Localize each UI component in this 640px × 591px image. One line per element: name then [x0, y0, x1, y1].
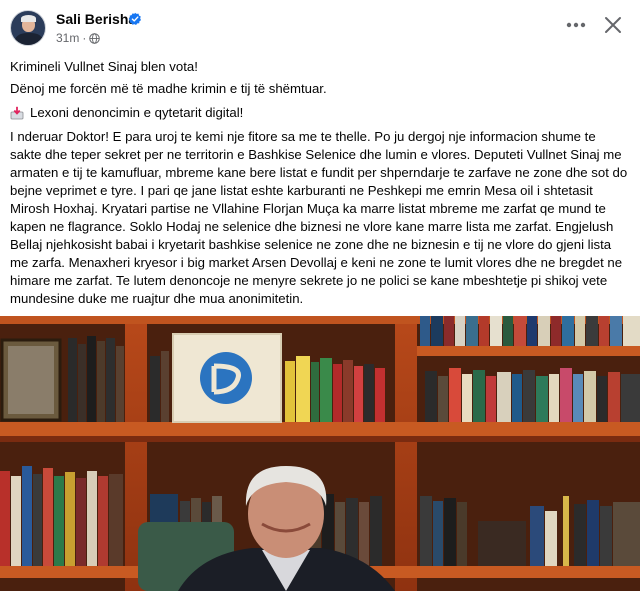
close-icon[interactable]	[601, 13, 625, 37]
post-line-3-text: Lexoni denoncimin e qytetarit digital!	[30, 105, 244, 120]
inbox-tray-icon	[10, 106, 24, 120]
post-line-3: Lexoni denoncimin e qytetarit digital!	[10, 104, 243, 122]
post-line-1: Krimineli Vullnet Sinaj blen vota!	[10, 59, 198, 74]
avatar[interactable]	[10, 10, 46, 46]
post-photo[interactable]	[0, 316, 640, 591]
post-body: I nderuar Doktor! E para uroj te kemi nj…	[10, 129, 628, 306]
verified-badge-icon	[128, 12, 142, 25]
author-name[interactable]: Sali Berisha	[56, 11, 136, 27]
globe-icon	[89, 32, 101, 44]
post-meta: 31m ·	[56, 31, 101, 45]
more-dots-icon[interactable]	[563, 16, 589, 34]
post-time[interactable]: 31m	[56, 31, 79, 45]
bookshelf-photo	[0, 316, 640, 591]
post-line-2: Dënoj me forcën më të madhe krimin e tij…	[10, 81, 327, 96]
post-header: Sali Berisha 31m ·	[0, 0, 640, 52]
